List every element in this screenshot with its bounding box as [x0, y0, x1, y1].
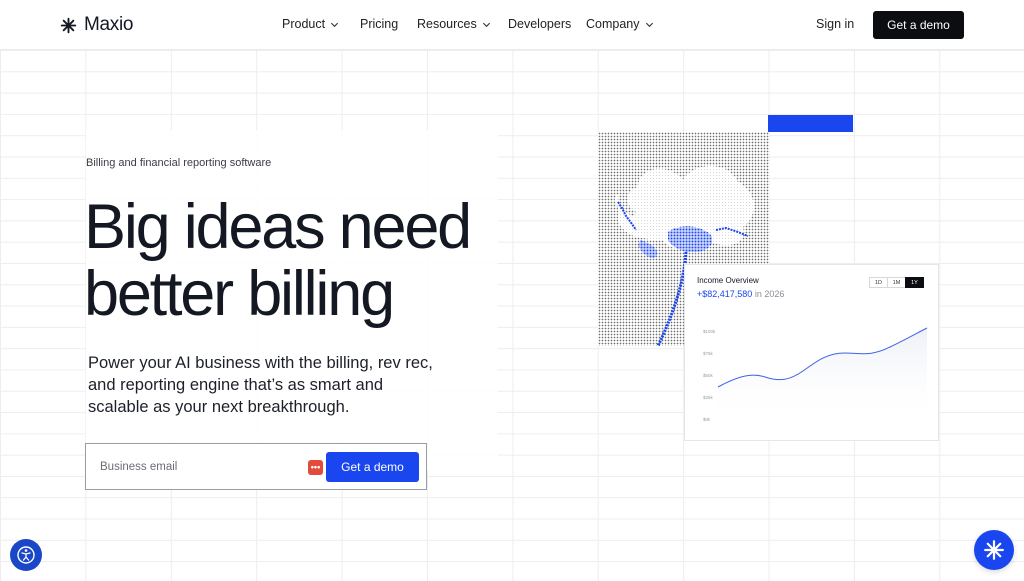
chevron-down-icon [482, 22, 490, 27]
y-tick-label: $0k [703, 417, 711, 422]
get-demo-button-header[interactable]: Get a demo [873, 11, 964, 39]
business-email-input[interactable] [100, 458, 300, 476]
maxio-chat-icon [984, 540, 1004, 560]
nav-company-label: Company [586, 17, 640, 31]
maxio-asterisk-icon [60, 17, 77, 33]
nav-product[interactable]: Product [282, 17, 339, 31]
top-navigation: Maxio Product Pricing Resources Develope… [0, 0, 1024, 50]
demo-signup-form: ••• Get a demo [85, 443, 427, 490]
headline-line-2: better billing [84, 259, 395, 329]
nav-developers-label: Developers [508, 17, 572, 31]
nav-developers[interactable]: Developers [508, 17, 571, 31]
nav-resources-label: Resources [417, 17, 477, 31]
password-manager-icon[interactable]: ••• [308, 460, 323, 475]
chevron-down-icon [331, 22, 339, 27]
y-tick-label: $75k [703, 351, 714, 356]
hero-subcopy: Power your AI business with the billing,… [88, 354, 433, 416]
nav-resources[interactable]: Resources [417, 17, 491, 31]
logo[interactable]: Maxio [60, 14, 133, 36]
nav-pricing-label: Pricing [360, 17, 399, 31]
chevron-down-icon [645, 22, 653, 27]
nav-product-label: Product [282, 17, 326, 31]
y-tick-label: $100k [703, 329, 716, 334]
accessibility-icon [17, 546, 35, 564]
chat-widget-button[interactable] [974, 530, 1014, 570]
income-line-chart: $100k $75k $50k $25k $0k [703, 327, 928, 425]
get-demo-button[interactable]: Get a demo [326, 452, 419, 482]
nav-pricing[interactable]: Pricing [360, 17, 398, 31]
hero-headline: Big ideas need better billing [84, 194, 524, 328]
headline-line-1: Big ideas need [84, 192, 472, 262]
y-tick-label: $50k [703, 373, 714, 378]
hero-eyebrow: Billing and financial reporting software [86, 157, 272, 169]
nav-company[interactable]: Company [586, 17, 654, 31]
sign-in-link[interactable]: Sign in [816, 17, 854, 31]
accessibility-button[interactable] [10, 539, 42, 571]
y-tick-label: $25k [703, 395, 714, 400]
accent-block [768, 115, 853, 132]
logo-text: Maxio [84, 14, 134, 35]
income-overview-card: Income Overview +$82,417,580 in 2026 1D … [684, 264, 939, 441]
